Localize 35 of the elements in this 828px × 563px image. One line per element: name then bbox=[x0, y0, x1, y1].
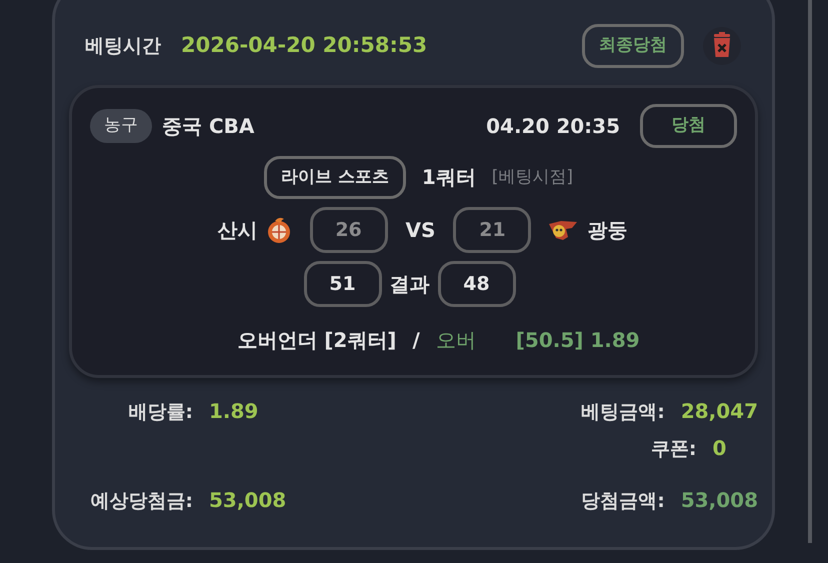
odds-line: [50.5] 1.89 bbox=[516, 327, 640, 354]
pick-text: 오버 bbox=[436, 327, 476, 354]
summary-value: 28,047 bbox=[680, 398, 758, 425]
bet-time-score: 26 bbox=[310, 207, 388, 253]
home-team-name: 산시 bbox=[218, 217, 258, 244]
live-sports-tag: 라이브 스포츠 bbox=[264, 156, 406, 199]
summary-value: 1.89 bbox=[209, 398, 258, 425]
bet-time-value: 2026-04-20 20:58:53 bbox=[181, 32, 428, 60]
summary-value: 53,008 bbox=[680, 487, 758, 514]
summary-label: 쿠폰: bbox=[650, 436, 698, 462]
betting-point-note: [베팅시점] bbox=[492, 166, 574, 188]
delete-icon[interactable] bbox=[702, 26, 742, 66]
final-score: 48 bbox=[438, 261, 516, 307]
summary-value: 53,008 bbox=[209, 487, 286, 514]
summary-value: 0 bbox=[712, 434, 726, 462]
away-team-name: 광둥 bbox=[587, 217, 628, 244]
final-score: 51 bbox=[304, 261, 382, 307]
result-badge[interactable]: 당첨 bbox=[640, 104, 737, 148]
sport-tag: 농구 bbox=[90, 109, 152, 142]
separator-text: / bbox=[412, 327, 420, 354]
league-name: 중국 CBA bbox=[162, 112, 254, 140]
team-logo-icon bbox=[266, 216, 292, 244]
final-result-button[interactable]: 최종당첨 bbox=[582, 24, 684, 68]
summary-label: 예상당첨금: bbox=[89, 489, 194, 514]
summary-label: 당첨금액: bbox=[580, 489, 666, 514]
bet-time-label: 베팅시간 bbox=[85, 34, 161, 59]
versus-label: VS bbox=[406, 217, 436, 244]
market-name: 오버언더 [2쿼터] bbox=[237, 327, 396, 354]
match-time: 04.20 20:35 bbox=[486, 112, 620, 140]
result-label: 결과 bbox=[390, 271, 430, 298]
summary-label: 베팅금액: bbox=[580, 400, 666, 425]
summary-label: 배당률: bbox=[127, 400, 194, 425]
team-logo-icon bbox=[547, 218, 580, 242]
bet-time-score: 21 bbox=[453, 207, 532, 253]
period-label: 1쿼터 bbox=[422, 164, 476, 192]
